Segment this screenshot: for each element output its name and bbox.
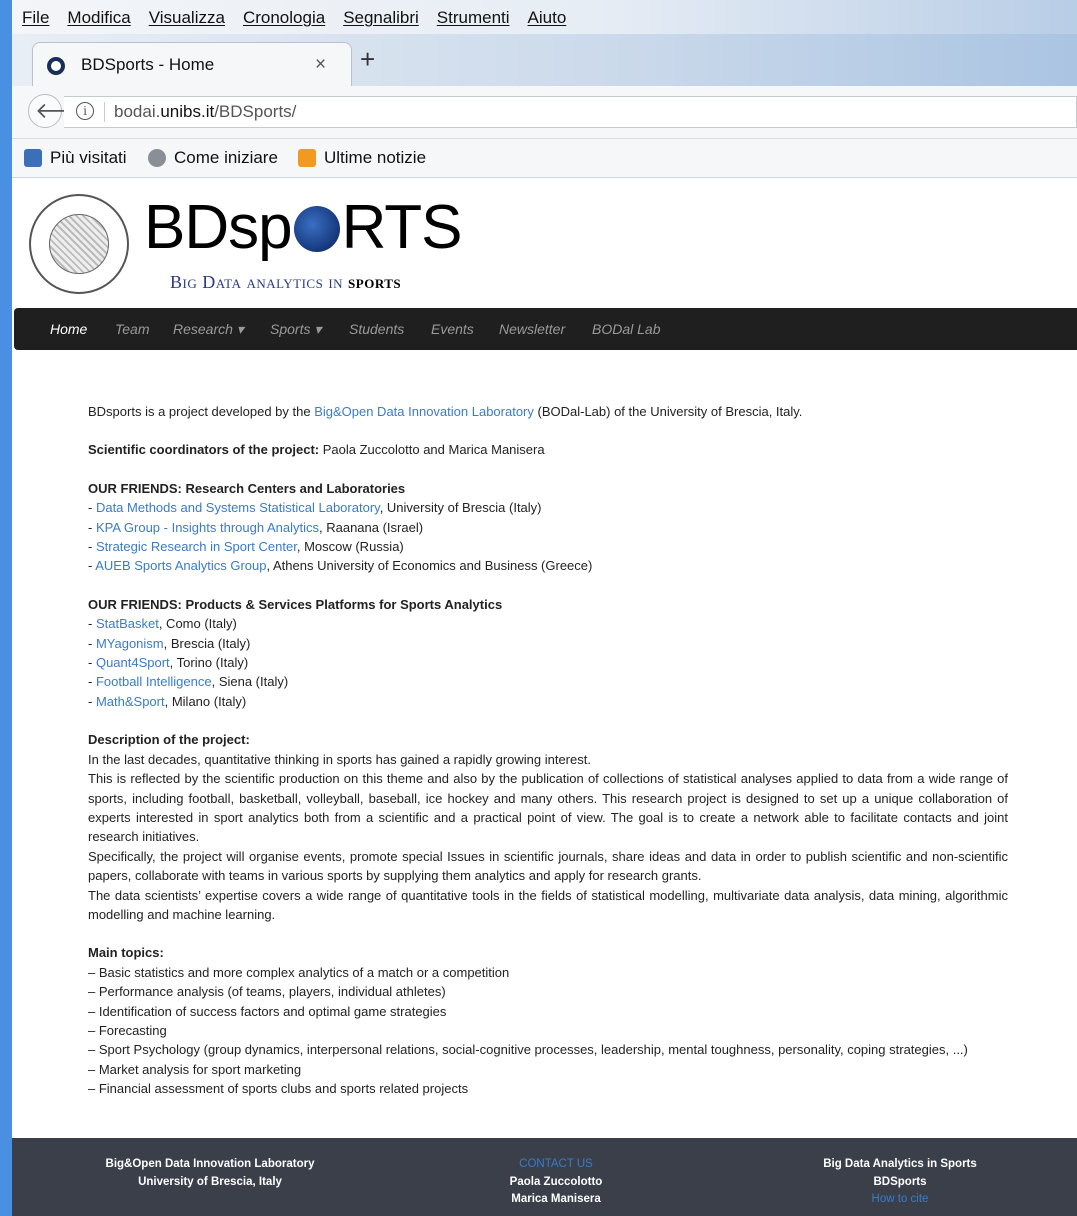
topic-item: – Forecasting (88, 1022, 167, 1038)
menu-modifica[interactable]: Modifica (67, 8, 130, 28)
footer-contact: CONTACT US Paola Zuccolotto Marica Manis… (456, 1156, 656, 1209)
menu-strumenti[interactable]: Strumenti (437, 8, 510, 28)
nav-sports[interactable]: Sports ▾ (270, 321, 321, 338)
footer-lab-info: Big&Open Data Innovation Laboratory Univ… (90, 1156, 330, 1191)
list-item: - Strategic Research in Sport Center, Mo… (88, 539, 404, 555)
nav-students[interactable]: Students (349, 321, 404, 337)
friend-link[interactable]: Football Intelligence (96, 674, 212, 689)
new-tab-button[interactable]: + (360, 46, 375, 72)
info-icon[interactable]: i (76, 102, 94, 120)
back-button[interactable]: 🡐 (28, 94, 94, 128)
nav-bodai-lab[interactable]: BODal Lab (592, 321, 660, 337)
bookmark-come-iniziare[interactable]: Come iniziare (148, 148, 278, 168)
topic-item: – Identification of success factors and … (88, 1003, 447, 1019)
friends-products-heading: OUR FRIENDS: Products & Services Platfor… (88, 596, 503, 612)
friend-link[interactable]: MYagonism (96, 636, 164, 651)
tab-title: BDSports - Home (81, 55, 215, 74)
description-heading: Description of the project: (88, 732, 250, 748)
navigation-toolbar: 🡐 i bodai.unibs.it/BDSports/ (12, 86, 1077, 139)
nav-events[interactable]: Events (431, 321, 474, 337)
friend-link[interactable]: Data Methods and Systems Statistical Lab… (96, 500, 380, 515)
how-to-cite-link[interactable]: How to cite (800, 1191, 1000, 1209)
tab-strip: BDSports - Home × + (12, 34, 1077, 87)
bookmark-piu-visitati[interactable]: Più visitati (24, 148, 127, 168)
bookmark-label: Più visitati (50, 148, 127, 167)
topic-item: – Sport Psychology (group dynamics, inte… (88, 1042, 968, 1058)
friend-link[interactable]: StatBasket (96, 616, 159, 631)
nav-newsletter[interactable]: Newsletter (499, 321, 565, 337)
nav-home[interactable]: Home (50, 321, 87, 337)
friends-research-heading: OUR FRIENDS: Research Centers and Labora… (88, 480, 406, 496)
contact-us-link[interactable]: CONTACT US (456, 1156, 656, 1174)
coordinators: Scientific coordinators of the project: … (88, 442, 545, 458)
seal-center (49, 214, 109, 274)
list-item: - MYagonism, Brescia (Italy) (88, 635, 251, 651)
bookmark-label: Come iniziare (174, 148, 278, 167)
page-footer: Big&Open Data Innovation Laboratory Univ… (12, 1138, 1077, 1216)
address-bar[interactable]: i bodai.unibs.it/BDSports/ (64, 96, 1077, 128)
topic-item: – Market analysis for sport marketing (88, 1061, 302, 1077)
friend-link[interactable]: Strategic Research in Sport Center (96, 539, 297, 554)
web-page: BDsp RTS Big Data analytics in sports Hom… (12, 178, 1077, 1216)
topic-item: – Financial assessment of sports clubs a… (88, 1081, 469, 1097)
menu-aiuto[interactable]: Aiuto (528, 8, 567, 28)
topic-item: – Performance analysis (of teams, player… (88, 984, 446, 1000)
favicon-icon (47, 57, 65, 75)
footer-text: Big Data Analytics in Sports (823, 1158, 977, 1170)
menu-visualizza[interactable]: Visualizza (149, 8, 225, 28)
nav-research[interactable]: Research ▾ (173, 321, 244, 338)
menu-bar: File Modifica Visualizza Cronologia Segn… (12, 0, 1077, 34)
ball-logo-icon (293, 206, 340, 252)
footer-text: Big&Open Data Innovation Laboratory (105, 1158, 315, 1170)
description-text: In the last decades, quantitative thinki… (88, 751, 591, 767)
footer-text: University of Brescia, Italy (138, 1175, 282, 1188)
menu-file[interactable]: File (22, 8, 49, 28)
footer-text: Marica Manisera (511, 1193, 601, 1205)
topics-heading: Main topics: (88, 945, 164, 961)
menu-segnalibri[interactable]: Segnalibri (343, 8, 419, 28)
tab-bdsports-home[interactable]: BDSports - Home × (32, 42, 352, 87)
bookmark-label: Ultime notizie (324, 148, 427, 167)
list-item: - StatBasket, Como (Italy) (88, 616, 237, 632)
footer-text: Paola Zuccolotto (509, 1175, 603, 1188)
list-item: - AUEB Sports Analytics Group, Athens Un… (88, 558, 593, 574)
bookmarks-toolbar: Più visitati Come iniziare Ultime notizi… (12, 139, 1077, 178)
list-item: - KPA Group - Insights through Analytics… (88, 519, 424, 535)
friend-link[interactable]: AUEB Sports Analytics Group (95, 558, 266, 573)
menu-cronologia[interactable]: Cronologia (243, 8, 325, 28)
globe-icon (148, 149, 166, 167)
friend-link[interactable]: KPA Group - Insights through Analytics (96, 520, 319, 535)
list-item: - Quant4Sport, Torino (Italy) (88, 655, 249, 671)
site-navbar: Home Team Research ▾ Sports ▾ Students E… (14, 308, 1077, 350)
tab-close-icon[interactable]: × (315, 54, 326, 76)
topic-item: – Basic statistics and more complex anal… (88, 964, 510, 980)
footer-project: Big Data Analytics in Sports BDSports Ho… (800, 1156, 1000, 1209)
search-folder-icon (24, 149, 42, 167)
description-text: Specifically, the project will organise … (88, 848, 1008, 884)
list-item: - Math&Sport, Milano (Italy) (88, 693, 247, 709)
list-item: - Data Methods and Systems Statistical L… (88, 500, 542, 516)
bookmark-ultime-notizie[interactable]: Ultime notizie (298, 148, 426, 168)
bdsports-logo[interactable]: BDsp RTS (144, 196, 462, 260)
friend-link[interactable]: Math&Sport (96, 694, 165, 709)
rss-icon (298, 149, 316, 167)
intro-paragraph: BDsports is a project developed by the B… (88, 404, 803, 419)
friend-link[interactable]: Quant4Sport (96, 655, 170, 670)
url-text: bodai.unibs.it/BDSports/ (114, 102, 297, 121)
footer-text: BDSports (873, 1175, 927, 1188)
description-text: The data scientists’ expertise covers a … (88, 887, 1008, 922)
description-text: This is reflected by the scientific prod… (88, 771, 1008, 845)
browser-window: File Modifica Visualizza Cronologia Segn… (12, 0, 1077, 1216)
site-tagline: Big Data analytics in sports (170, 272, 402, 292)
bodai-lab-link[interactable]: Big&Open Data Innovation Laboratory (314, 404, 534, 419)
nav-team[interactable]: Team (115, 321, 150, 337)
address-separator (104, 102, 105, 122)
main-content: BDsports is a project developed by the B… (88, 402, 1008, 1099)
university-seal-logo (29, 194, 129, 294)
list-item: - Football Intelligence, Siena (Italy) (88, 674, 289, 690)
